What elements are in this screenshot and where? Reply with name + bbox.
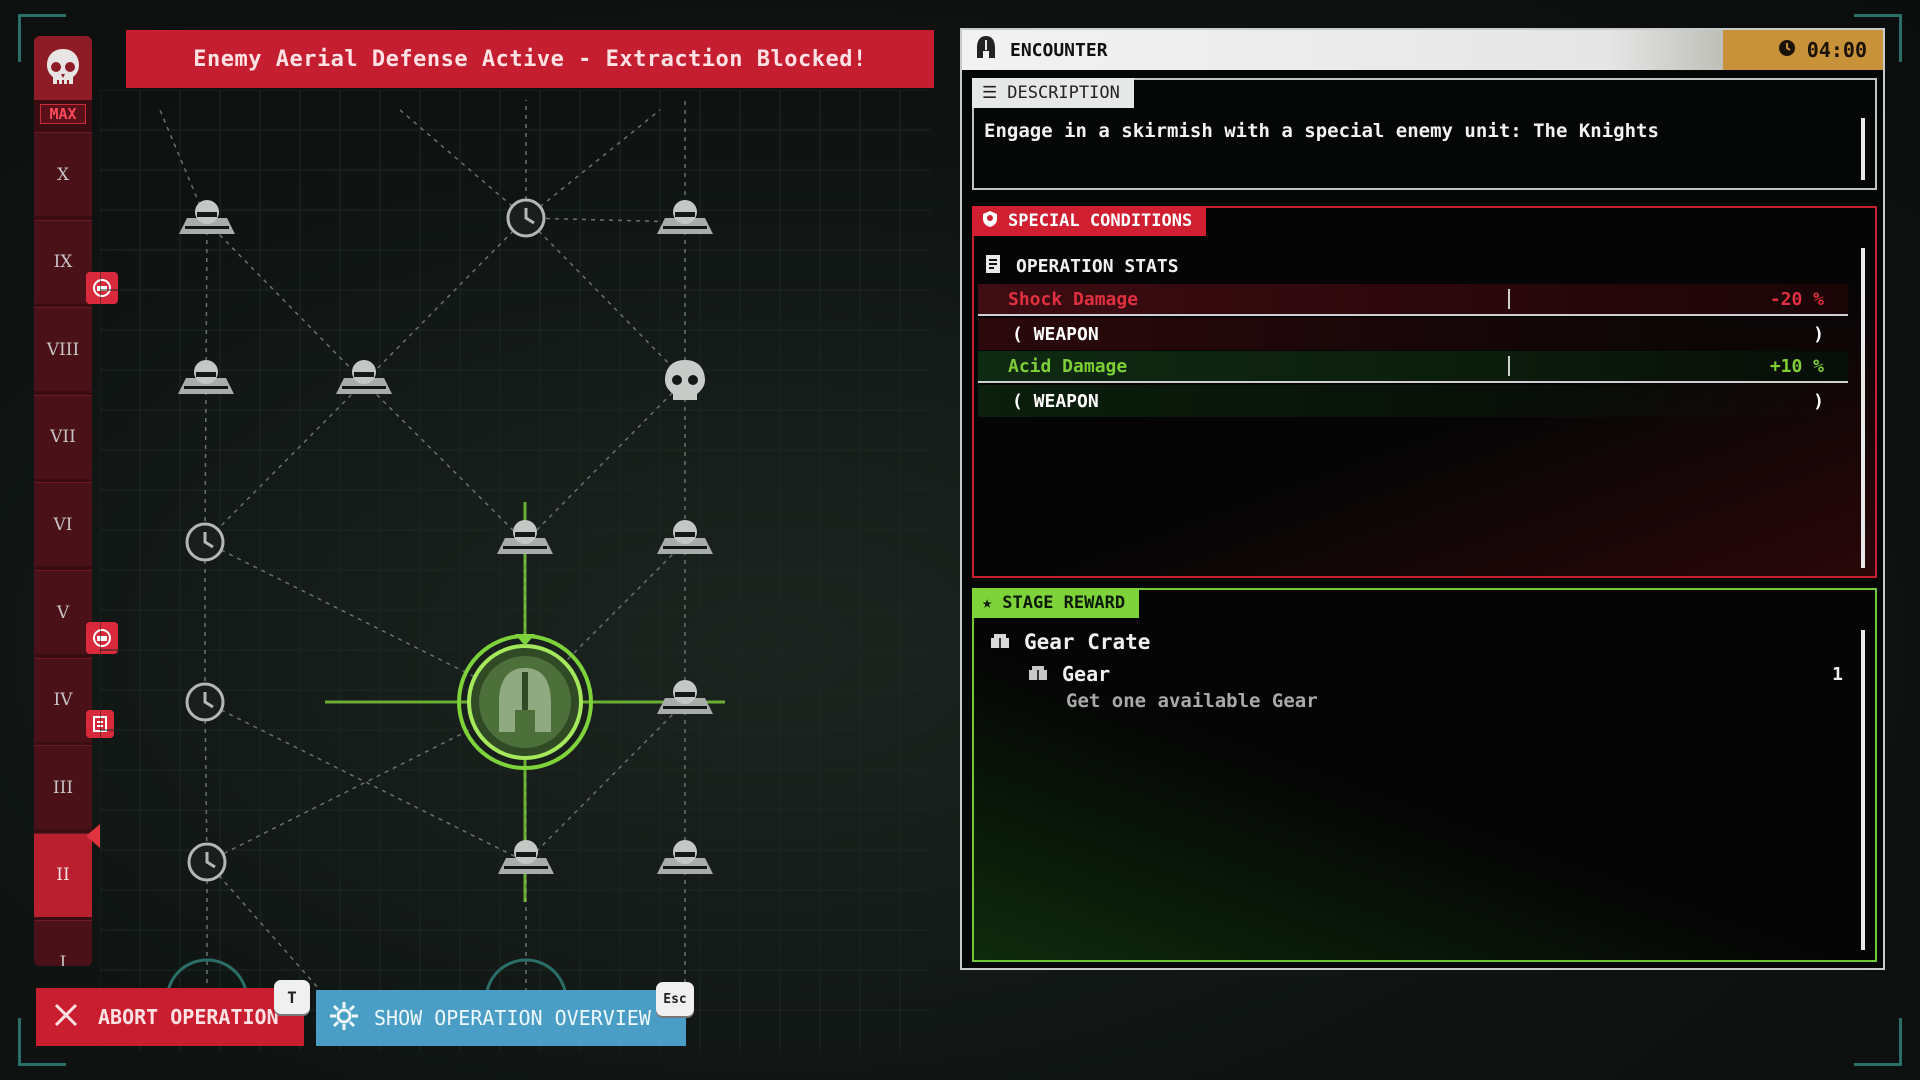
keybind-abort: T: [274, 980, 310, 1014]
timer-icon[interactable]: [506, 198, 546, 238]
special-conditions-tab: SPECIAL CONDITIONS: [972, 206, 1207, 236]
abort-operation-button[interactable]: ABORT OPERATION: [36, 988, 304, 1046]
skull-icon: [34, 36, 92, 100]
reward-crate-name: Gear Crate: [1024, 630, 1151, 654]
reward-scrollbar[interactable]: [1861, 630, 1865, 950]
stage-viii[interactable]: VIII: [34, 307, 92, 392]
stat-value: +10 %: [1769, 355, 1824, 377]
description-tab: ☰ DESCRIPTION: [972, 78, 1134, 108]
description-tab-label: DESCRIPTION: [1007, 83, 1120, 103]
stage-i[interactable]: I: [34, 920, 92, 966]
timer-icon[interactable]: [185, 682, 225, 722]
stat-scope-close: ): [1813, 390, 1824, 412]
stage-ii[interactable]: II: [34, 832, 92, 917]
reward-item: Gear: [1028, 662, 1110, 686]
reward-item-quantity: 1: [1832, 664, 1843, 685]
close-icon: [52, 1001, 80, 1034]
timer-value: 04:00: [1806, 38, 1867, 62]
stat-row-acid-damage: Acid Damage +10 %: [978, 351, 1848, 383]
stage-v[interactable]: V: [34, 570, 92, 654]
stat-name: Acid Damage: [1008, 355, 1128, 377]
stage-reward-section: ★ STAGE REWARD Gear Crate Gear Get one a…: [972, 588, 1877, 962]
list-icon: ☰: [982, 83, 998, 103]
stage-reward-tab-label: STAGE REWARD: [1002, 593, 1126, 613]
abort-operation-label: ABORT OPERATION: [98, 1005, 279, 1029]
reward-crate: Gear Crate: [990, 630, 1150, 654]
enemy-squad-icon[interactable]: [178, 360, 234, 394]
encounter-timer: 04:00: [1723, 30, 1883, 70]
stat-scope-row: ( WEAPON ): [978, 385, 1848, 417]
stat-row-shock-damage: Shock Damage -20 %: [978, 284, 1848, 316]
stage-progress-bar: MAX X IX VIII VII VI V IV III II I: [34, 36, 92, 966]
operation-stats-header: OPERATION STATS: [984, 254, 1179, 279]
show-operation-overview-label: SHOW OPERATION OVERVIEW: [374, 1006, 651, 1030]
conditions-scrollbar[interactable]: [1861, 248, 1865, 568]
stage-iv[interactable]: IV: [34, 657, 92, 742]
max-label: MAX: [40, 104, 86, 124]
keybind-overview: Esc: [656, 982, 694, 1016]
special-conditions-section: SPECIAL CONDITIONS OPERATION STATS Shock…: [972, 206, 1877, 578]
shield-icon: [982, 210, 998, 233]
enemy-squad-icon[interactable]: [657, 520, 713, 554]
description-section: ☰ DESCRIPTION Engage in a skirmish with …: [972, 78, 1877, 190]
timer-icon[interactable]: [187, 842, 227, 882]
description-text: Engage in a skirmish with a special enem…: [984, 120, 1659, 142]
frame-corner-bottom-right: [1854, 1018, 1902, 1066]
stage-iii[interactable]: III: [34, 745, 92, 830]
stat-name: Shock Damage: [1008, 288, 1139, 310]
star-icon: ★: [982, 593, 993, 613]
stat-value: -20 %: [1769, 288, 1824, 310]
stat-scope-close: ): [1813, 323, 1824, 345]
encounter-header: ENCOUNTER 04:00: [962, 30, 1883, 70]
stage-reward-tab: ★ STAGE REWARD: [972, 588, 1140, 618]
encounter-title: ENCOUNTER: [1010, 39, 1108, 61]
alert-banner: Enemy Aerial Defense Active - Extraction…: [126, 30, 934, 88]
enemy-squad-icon[interactable]: [657, 200, 713, 234]
enemy-squad-icon[interactable]: [497, 520, 553, 554]
enemy-squad-icon[interactable]: [498, 840, 554, 874]
operation-map: [100, 90, 930, 1050]
crate-icon: [990, 630, 1010, 654]
stage-x[interactable]: X: [34, 132, 92, 216]
stage-vii[interactable]: VII: [34, 394, 92, 479]
stat-scope-label: ( WEAPON: [1012, 323, 1099, 345]
reward-item-name: Gear: [1062, 662, 1111, 686]
reward-item-description: Get one available Gear: [1066, 690, 1318, 712]
special-conditions-tab-label: SPECIAL CONDITIONS: [1008, 211, 1193, 231]
knight-helmet-icon[interactable]: [457, 634, 593, 770]
current-stage-arrow-icon: [86, 824, 100, 848]
enemy-squad-icon[interactable]: [179, 200, 235, 234]
enemy-squad-icon[interactable]: [336, 360, 392, 394]
enemy-squad-icon[interactable]: [657, 680, 713, 714]
stage-vi[interactable]: VI: [34, 482, 92, 567]
overview-icon: [328, 1000, 360, 1037]
gear-crate-icon: [1028, 662, 1048, 686]
operation-stats-title: OPERATION STATS: [1016, 256, 1179, 277]
stat-scope-label: ( WEAPON: [1012, 390, 1099, 412]
stage-ix[interactable]: IX: [34, 219, 92, 304]
encounter-panel: ENCOUNTER 04:00 ☰ DESCRIPTION Engage in …: [960, 28, 1885, 970]
stats-sheet-icon: [984, 254, 1002, 279]
knight-helmet-icon: [974, 34, 998, 67]
show-operation-overview-button[interactable]: SHOW OPERATION OVERVIEW: [316, 990, 686, 1046]
enemy-squad-icon[interactable]: [657, 840, 713, 874]
description-scrollbar[interactable]: [1861, 118, 1865, 180]
stat-scope-row: ( WEAPON ): [978, 318, 1848, 350]
timer-icon[interactable]: [185, 522, 225, 562]
clock-icon: [1777, 38, 1797, 63]
